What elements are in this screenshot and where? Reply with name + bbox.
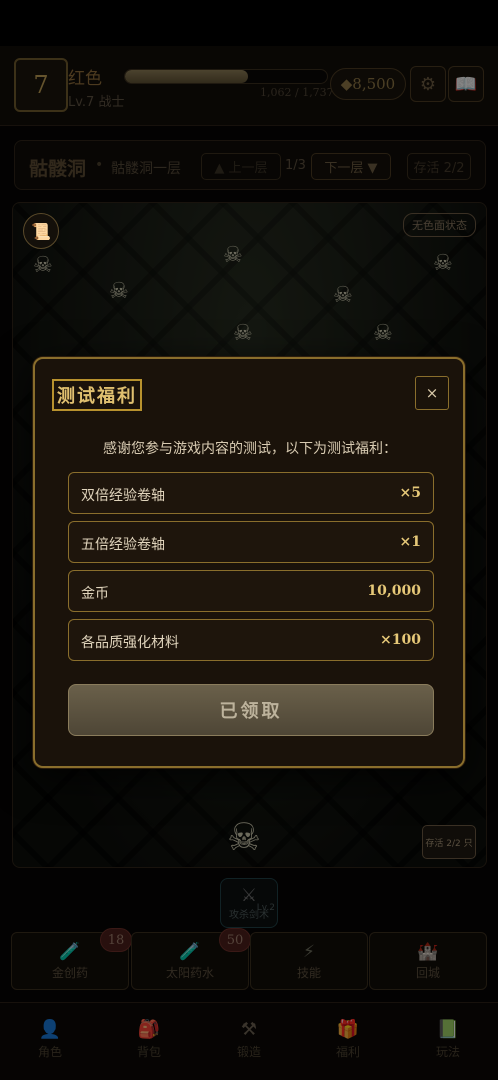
reward-name: 各品质强化材料 xyxy=(81,635,179,651)
reward-name: 金币 xyxy=(81,586,109,602)
skull-icon: ☠ xyxy=(109,279,129,304)
close-icon: × xyxy=(425,384,439,402)
skull-icon: ☠ xyxy=(227,815,262,859)
skull-icon: ☠ xyxy=(223,243,243,268)
claimed-button[interactable]: 已领取 xyxy=(68,684,434,736)
reward-row: 金币 10,000 xyxy=(68,570,434,612)
skull-icon: ☠ xyxy=(373,321,393,346)
reward-quantity: ×5 xyxy=(399,485,421,501)
reward-quantity: 10,000 xyxy=(367,583,421,599)
reward-row: 各品质强化材料 ×100 xyxy=(68,619,434,661)
reward-name: 五倍经验卷轴 xyxy=(81,537,165,553)
skull-icon: ☠ xyxy=(333,283,353,308)
dialog-description: 感谢您参与游戏内容的测试，以下为测试福利： xyxy=(103,441,397,457)
skull-icon: ☠ xyxy=(433,251,453,276)
reward-row: 双倍经验卷轴 ×5 xyxy=(68,472,434,514)
status-tag: 无色面状态 xyxy=(403,213,476,237)
test-reward-dialog: 测试福利 × 感谢您参与游戏内容的测试，以下为测试福利： 双倍经验卷轴 ×5 五… xyxy=(33,357,465,768)
reward-row: 五倍经验卷轴 ×1 xyxy=(68,521,434,563)
scroll-icon: 📜 xyxy=(31,221,51,241)
scroll-button[interactable]: 📜 xyxy=(23,213,59,249)
reward-name: 双倍经验卷轴 xyxy=(81,488,165,504)
skull-icon: ☠ xyxy=(33,253,53,278)
dialog-title: 测试福利 xyxy=(52,379,142,411)
reward-quantity: ×100 xyxy=(380,632,421,648)
close-button[interactable]: × xyxy=(415,376,449,410)
survive-counter-small: 存活 2/2 只 xyxy=(422,825,476,859)
reward-quantity: ×1 xyxy=(399,534,421,550)
skull-icon: ☠ xyxy=(233,321,253,346)
